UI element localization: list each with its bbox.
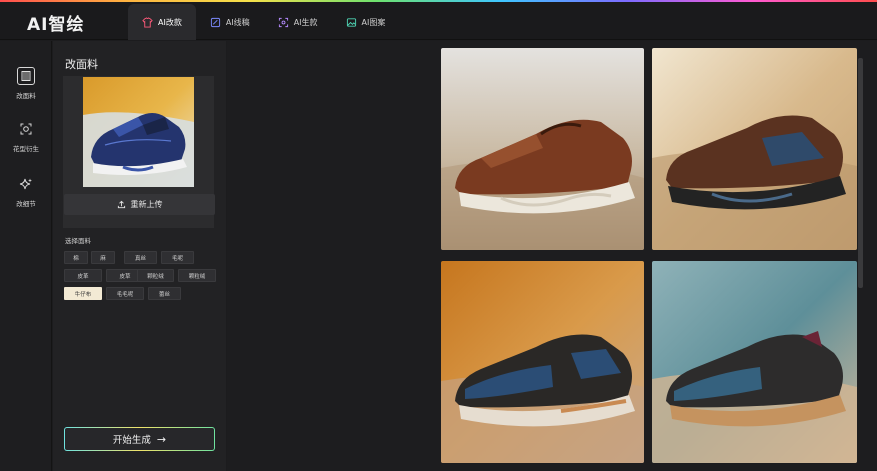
arrow-right-icon: → [156, 432, 167, 446]
sidebar-item-label: 改细节 [16, 200, 36, 208]
shoe-result-image [652, 48, 857, 250]
result-image-2[interactable] [652, 48, 857, 250]
sidebar-item-label: 花型衍生 [13, 145, 39, 153]
main-tabs: AI改款 AI线稿 AI生款 AI图案 [128, 4, 399, 40]
start-generate-button[interactable]: 开始生成 → [64, 427, 215, 451]
start-generate-label: 开始生成 [112, 435, 151, 446]
panel-title: 改面料 [65, 58, 98, 71]
fabric-panel: 改面料 重新上传 选择面料 棉 麻 真丝 毛呢 皮革 皮草 颗粒绒 颗粒绒 牛仔… [53, 41, 226, 471]
tab-ai-pattern[interactable]: AI图案 [332, 4, 400, 40]
flower-icon [17, 120, 35, 138]
sidebar-item-detail[interactable]: 改细节 [0, 175, 52, 208]
result-image-3[interactable] [441, 261, 644, 463]
tab-label: AI改款 [158, 17, 182, 27]
reupload-label: 重新上传 [130, 200, 163, 209]
material-chip-selected[interactable]: 牛仔布 [64, 287, 102, 300]
sidebar-item-fabric[interactable]: 改面料 [0, 67, 52, 100]
tab-label: AI图案 [361, 17, 386, 27]
shoe-preview-image [83, 77, 194, 187]
shoe-result-image [441, 261, 644, 463]
sidebar-item-label: 改面料 [16, 92, 36, 100]
sketch-icon [210, 17, 220, 27]
reupload-button[interactable]: 重新上传 [64, 194, 215, 215]
material-chip[interactable]: 麻 [91, 251, 115, 264]
pattern-icon [346, 17, 356, 27]
tab-ai-restyle[interactable]: AI改款 [128, 4, 196, 40]
material-chip[interactable]: 毛呢 [161, 251, 194, 264]
upload-icon [117, 200, 125, 209]
tab-label: AI生款 [293, 17, 318, 27]
sidebar-item-pattern-derive[interactable]: 花型衍生 [0, 120, 52, 153]
material-chip[interactable]: 颗粒绒 [178, 269, 216, 282]
result-image-4[interactable] [652, 261, 857, 463]
sparkle-icon [17, 175, 35, 193]
top-bar: AI智绘 AI改款 AI线稿 AI生款 AI图案 [0, 2, 877, 40]
result-image-1[interactable] [441, 48, 644, 250]
shoe-result-image [441, 48, 644, 250]
material-chip[interactable]: 真丝 [124, 251, 157, 264]
material-chip[interactable]: 皮革 [64, 269, 102, 282]
app-logo: AI智绘 [27, 15, 85, 35]
left-sidebar: 改面料 花型衍生 改细节 [0, 41, 52, 471]
material-chip[interactable]: 毛毛呢 [106, 287, 144, 300]
shoe-result-image [652, 261, 857, 463]
material-chip[interactable]: 棉 [64, 251, 88, 264]
fabric-icon [17, 67, 35, 85]
shirt-icon [142, 16, 153, 28]
tab-ai-generate[interactable]: AI生款 [264, 4, 332, 40]
canvas-scrollbar[interactable] [858, 58, 863, 288]
generate-icon [278, 17, 288, 27]
tab-label: AI线稿 [225, 17, 250, 27]
tab-ai-sketch[interactable]: AI线稿 [196, 4, 264, 40]
material-chip[interactable]: 蕾丝 [148, 287, 181, 300]
material-chip[interactable]: 颗粒绒 [137, 269, 174, 282]
materials-label: 选择面料 [65, 237, 91, 245]
